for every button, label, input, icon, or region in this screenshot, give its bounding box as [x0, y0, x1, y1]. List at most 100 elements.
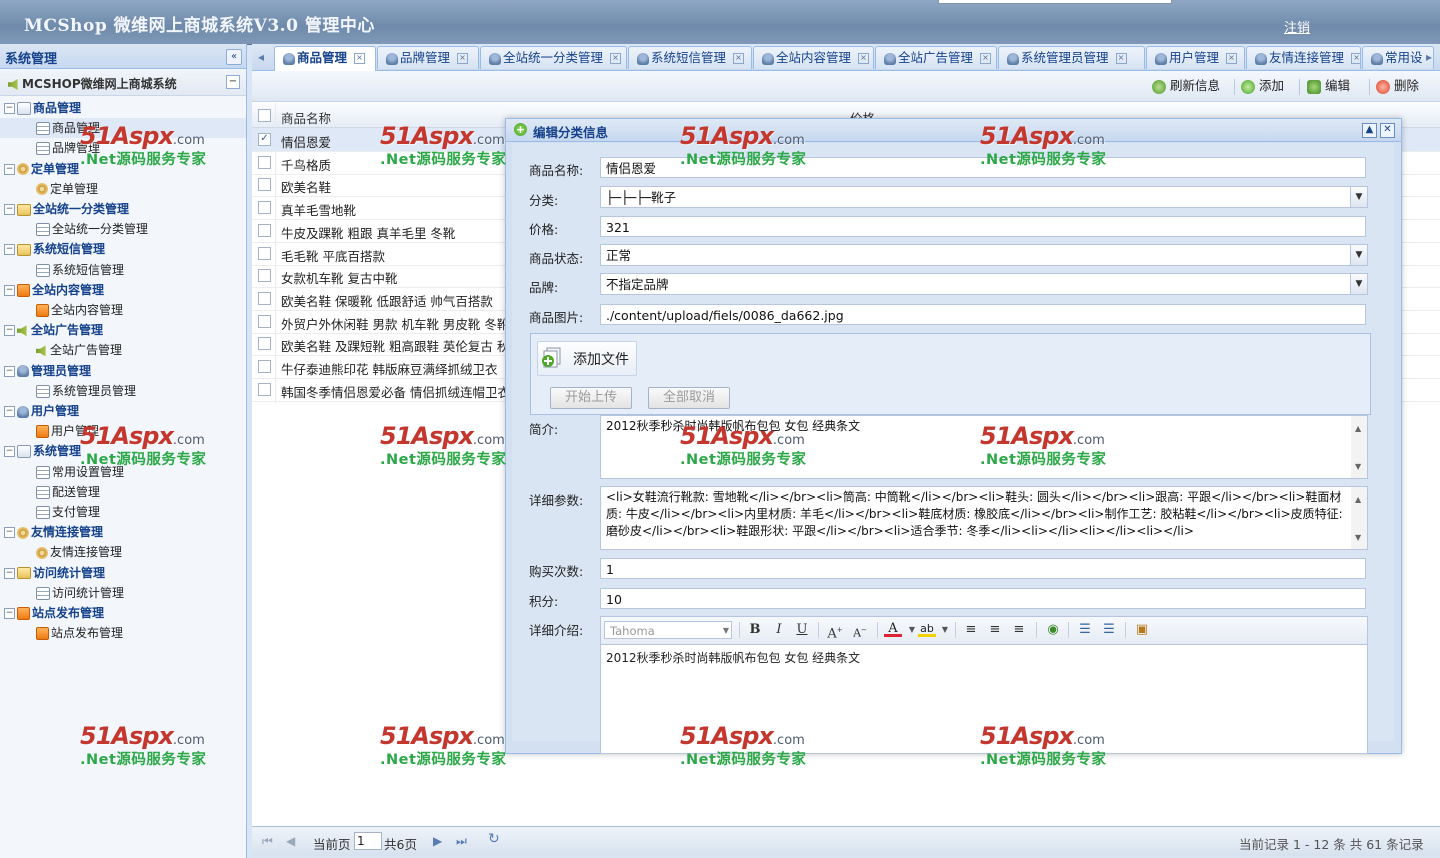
- top-search-box[interactable]: [938, 0, 1172, 4]
- font-size-increase-icon[interactable]: A+: [826, 622, 844, 641]
- buy-count-input[interactable]: 1: [600, 558, 1366, 579]
- tree-item[interactable]: 商品管理: [0, 118, 246, 139]
- tree-category[interactable]: − 全站内容管理: [0, 280, 246, 300]
- chevron-down-icon[interactable]: ▼: [1350, 187, 1367, 207]
- tree-category[interactable]: − 友情连接管理: [0, 522, 246, 542]
- detail-editor[interactable]: 2012秋季秒杀时尚韩版帆布包包 女包 经典条文: [600, 644, 1368, 754]
- row-checkbox[interactable]: [258, 337, 271, 351]
- collapse-icon[interactable]: −: [4, 163, 15, 175]
- tree-category[interactable]: − 访问统计管理: [0, 563, 246, 583]
- tree-category[interactable]: − 商品管理: [0, 98, 246, 118]
- next-page-icon[interactable]: ▶: [433, 835, 445, 847]
- tab-close-icon[interactable]: ×: [733, 53, 745, 64]
- start-upload-button[interactable]: 开始上传: [550, 387, 632, 409]
- link-icon[interactable]: ◉: [1044, 622, 1062, 638]
- tree-item[interactable]: 全站内容管理: [0, 300, 246, 320]
- collapse-icon[interactable]: −: [4, 244, 15, 256]
- tree-category[interactable]: − 管理员管理: [0, 361, 246, 381]
- tree-root-bar[interactable]: MCSHOP微维网上商城系统 −: [0, 69, 246, 96]
- tree-item[interactable]: 友情连接管理: [0, 542, 246, 562]
- tree-item[interactable]: 访问统计管理: [0, 583, 246, 603]
- collapse-icon[interactable]: −: [4, 567, 15, 579]
- collapse-icon[interactable]: −: [4, 406, 15, 417]
- tree-root-collapse-icon[interactable]: −: [226, 75, 240, 89]
- params-scrollbar[interactable]: ▲ ▼: [1351, 487, 1367, 549]
- row-checkbox[interactable]: [258, 291, 271, 305]
- logout-link[interactable]: 注销: [1284, 17, 1310, 36]
- first-page-icon[interactable]: ⏮: [262, 835, 274, 847]
- tree-category[interactable]: − 全站广告管理: [0, 320, 246, 340]
- align-center-icon[interactable]: ≡: [986, 622, 1004, 638]
- tab-item[interactable]: 全站内容管理 ×: [753, 46, 874, 69]
- collapse-icon[interactable]: −: [4, 365, 15, 377]
- font-family-select[interactable]: Tahoma ▼: [604, 621, 732, 639]
- dialog-collapse-button[interactable]: ▲: [1362, 123, 1377, 138]
- select-all-checkbox[interactable]: [258, 109, 271, 122]
- row-checkbox[interactable]: ✓: [258, 133, 271, 146]
- italic-icon[interactable]: I: [770, 622, 788, 638]
- tree-category[interactable]: − 定单管理: [0, 159, 246, 179]
- image-path-input[interactable]: ./content/upload/fiels/0086_da662.jpg: [600, 304, 1366, 325]
- brand-select[interactable]: 不指定品牌 ▼: [600, 273, 1368, 295]
- row-checkbox[interactable]: [258, 201, 271, 215]
- tree-item[interactable]: 用户管理: [0, 421, 246, 441]
- tab-item[interactable]: 友情连接管理 ×: [1246, 46, 1361, 69]
- tree-category[interactable]: − 用户管理: [0, 401, 246, 421]
- unordered-list-icon[interactable]: ☰: [1100, 622, 1118, 638]
- tab-item[interactable]: 用户管理 ×: [1146, 46, 1245, 69]
- tab-item[interactable]: 全站统一分类管理 ×: [480, 46, 627, 69]
- row-checkbox[interactable]: [258, 360, 271, 373]
- tab-close-icon[interactable]: ×: [980, 53, 992, 64]
- tree-item[interactable]: 全站统一分类管理: [0, 219, 246, 239]
- chevron-down-icon[interactable]: ▼: [1350, 245, 1367, 265]
- tree-item[interactable]: 站点发布管理: [0, 623, 246, 643]
- dialog-header[interactable]: + 编辑分类信息 ▲ ✕: [506, 119, 1401, 142]
- row-checkbox[interactable]: [258, 178, 271, 192]
- category-select[interactable]: ├─├─├─靴子 ▼: [600, 186, 1368, 208]
- tree-category[interactable]: − 系统管理: [0, 441, 246, 461]
- align-left-icon[interactable]: ≡: [962, 622, 980, 638]
- cancel-all-button[interactable]: 全部取消: [648, 387, 730, 409]
- tab-scroll-left-icon[interactable]: ◂: [254, 48, 268, 66]
- highlight-color-icon[interactable]: ab: [918, 622, 936, 637]
- tab-item[interactable]: 系统短信管理 ×: [628, 46, 752, 69]
- collapse-icon[interactable]: −: [4, 284, 15, 296]
- tab-close-icon[interactable]: ×: [1351, 53, 1360, 64]
- edit-button[interactable]: 编辑: [1307, 77, 1350, 95]
- tree-item[interactable]: 支付管理: [0, 502, 246, 522]
- tree-item[interactable]: 定单管理: [0, 179, 246, 199]
- row-checkbox[interactable]: [258, 382, 271, 396]
- ordered-list-icon[interactable]: ☰: [1076, 622, 1094, 638]
- collapse-icon[interactable]: −: [4, 446, 15, 458]
- params-textarea[interactable]: <li>女鞋流行靴款: 雪地靴</li></br><li>筒高: 中筒靴</li…: [600, 486, 1368, 550]
- tab-close-icon[interactable]: ×: [858, 53, 870, 64]
- collapse-icon[interactable]: −: [4, 527, 15, 539]
- last-page-icon[interactable]: ⏭: [456, 835, 468, 847]
- font-color-icon[interactable]: A: [884, 622, 902, 637]
- intro-scrollbar[interactable]: ▲ ▼: [1351, 416, 1367, 478]
- font-size-decrease-icon[interactable]: A−: [851, 622, 869, 640]
- row-checkbox[interactable]: [258, 155, 271, 169]
- collapse-icon[interactable]: −: [4, 325, 15, 337]
- reload-icon[interactable]: ↻: [488, 832, 500, 846]
- tree-item[interactable]: 系统管理员管理: [0, 381, 246, 401]
- tree-item[interactable]: 品牌管理: [0, 138, 246, 158]
- tab-item[interactable]: 品牌管理 ×: [377, 46, 479, 69]
- tab-close-icon[interactable]: ×: [1115, 53, 1127, 64]
- row-checkbox[interactable]: [258, 269, 271, 283]
- tab-close-icon[interactable]: ×: [610, 53, 622, 64]
- chevron-down-icon[interactable]: ▼: [936, 622, 954, 638]
- bold-icon[interactable]: B: [746, 622, 764, 638]
- tree-category[interactable]: − 全站统一分类管理: [0, 199, 246, 219]
- tab-close-icon[interactable]: ×: [354, 53, 366, 64]
- collapse-icon[interactable]: −: [4, 608, 15, 619]
- price-input[interactable]: 321: [600, 216, 1366, 237]
- chevron-down-icon[interactable]: ▼: [1350, 274, 1367, 294]
- tab-close-icon[interactable]: ×: [457, 53, 469, 64]
- prev-page-icon[interactable]: ◀: [286, 835, 298, 847]
- delete-button[interactable]: 删除: [1376, 77, 1419, 95]
- row-checkbox[interactable]: [258, 246, 271, 260]
- tree-item[interactable]: 常用设置管理: [0, 462, 246, 482]
- points-input[interactable]: 10: [600, 588, 1366, 609]
- source-code-icon[interactable]: ▣: [1133, 622, 1151, 638]
